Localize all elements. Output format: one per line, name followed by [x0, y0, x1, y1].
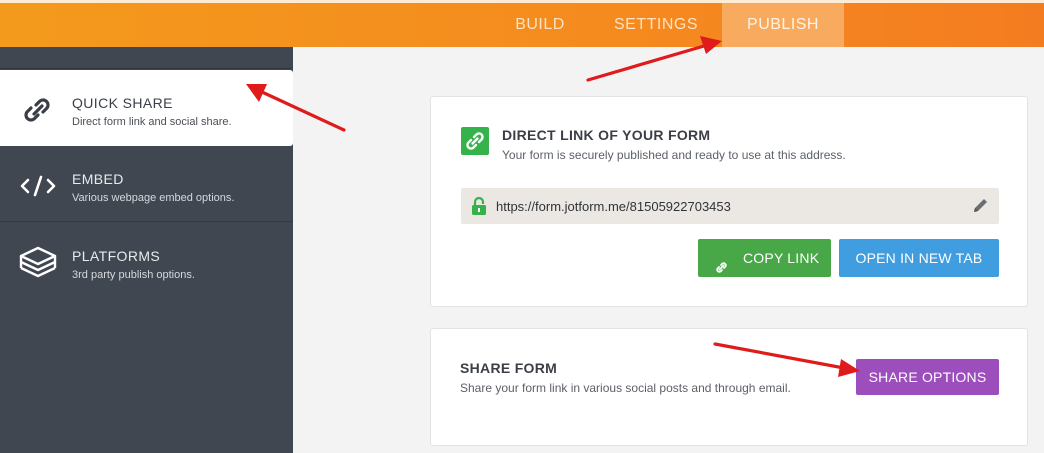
tab-build[interactable]: BUILD: [495, 3, 585, 47]
lock-icon: [471, 196, 487, 216]
pencil-icon[interactable]: [972, 197, 989, 214]
sidebar-item-title: PLATFORMS: [72, 248, 161, 264]
direct-link-card: DIRECT LINK OF YOUR FORM Your form is se…: [430, 96, 1028, 307]
direct-link-subtitle: Your form is securely published and read…: [502, 148, 846, 162]
top-nav-bar: BUILD SETTINGS PUBLISH: [0, 0, 1044, 47]
share-form-card: SHARE FORM Share your form link in vario…: [430, 328, 1028, 446]
tab-publish[interactable]: PUBLISH: [722, 3, 844, 47]
layers-icon: [18, 245, 58, 281]
direct-link-title: DIRECT LINK OF YOUR FORM: [502, 127, 711, 143]
share-options-button[interactable]: SHARE OPTIONS: [856, 359, 999, 395]
sidebar-item-platforms[interactable]: PLATFORMS 3rd party publish options.: [0, 223, 293, 299]
code-icon: [18, 168, 58, 204]
sidebar-item-title: QUICK SHARE: [72, 95, 173, 111]
link-icon: [18, 92, 58, 128]
share-form-title: SHARE FORM: [460, 360, 558, 376]
sidebar-item-desc: Various webpage embed options.: [72, 192, 235, 204]
tab-settings[interactable]: SETTINGS: [598, 3, 714, 47]
publish-sidebar: QUICK SHARE Direct form link and social …: [0, 47, 293, 453]
link-icon: [714, 251, 729, 273]
sidebar-item-embed[interactable]: EMBED Various webpage embed options.: [0, 146, 293, 222]
sidebar-item-desc: 3rd party publish options.: [72, 269, 195, 281]
sidebar-item-title: EMBED: [72, 171, 124, 187]
share-form-desc: Share your form link in various social p…: [460, 381, 791, 395]
sidebar-item-desc: Direct form link and social share.: [72, 116, 232, 128]
form-url-text[interactable]: https://form.jotform.me/81505922703453: [496, 199, 731, 214]
open-new-tab-button[interactable]: OPEN IN NEW TAB: [839, 239, 999, 277]
form-url-field[interactable]: https://form.jotform.me/81505922703453: [461, 188, 999, 224]
sidebar-header: [0, 47, 293, 69]
copy-link-label: COPY LINK: [743, 250, 820, 266]
sidebar-item-quick-share[interactable]: QUICK SHARE Direct form link and social …: [0, 70, 293, 146]
copy-link-button[interactable]: COPY LINK: [698, 239, 831, 277]
link-icon: [461, 127, 489, 155]
